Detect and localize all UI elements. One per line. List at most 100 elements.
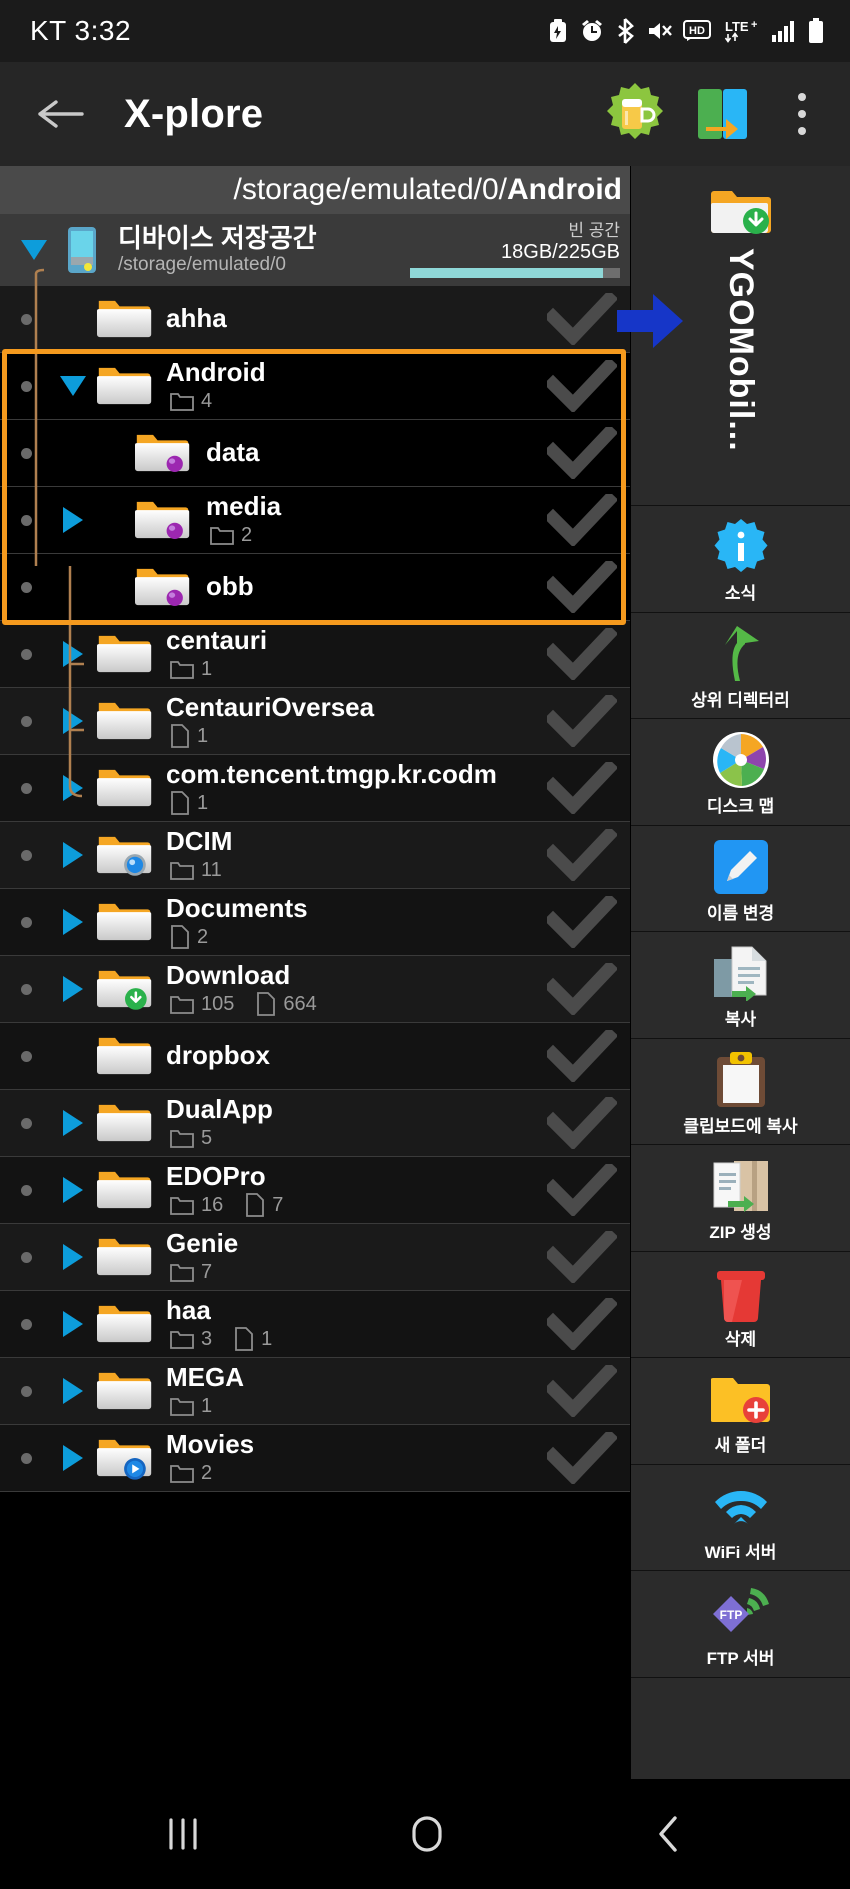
folder-icon <box>94 1232 156 1282</box>
back-icon[interactable] <box>645 1810 693 1858</box>
select-checkmark[interactable] <box>534 494 630 546</box>
storage-expand-toggle[interactable] <box>16 240 52 260</box>
expand-toggle[interactable] <box>52 1445 94 1471</box>
file-meta: 2 <box>166 925 534 950</box>
mute-icon <box>646 19 672 43</box>
select-checkmark[interactable] <box>534 628 630 680</box>
sidebar-item-copy-to-clipboard[interactable]: 클립보드에 복사 <box>631 1038 850 1146</box>
expand-toggle[interactable] <box>52 376 94 396</box>
select-checkmark[interactable] <box>534 427 630 479</box>
file-row[interactable]: centauri 1 <box>0 621 630 688</box>
folder-count: 3 <box>170 1328 212 1351</box>
file-name-block: dropbox <box>156 1042 534 1069</box>
select-checkmark[interactable] <box>534 1432 630 1484</box>
red-trash-icon <box>710 1262 772 1324</box>
recents-icon[interactable] <box>157 1810 209 1858</box>
new-folder-icon <box>710 1368 772 1430</box>
file-row[interactable]: MEGA 1 <box>0 1358 630 1425</box>
sidebar-item-rename[interactable]: 이름 변경 <box>631 825 850 933</box>
file-row[interactable]: DualApp 5 <box>0 1090 630 1157</box>
back-button[interactable] <box>34 94 88 134</box>
file-row[interactable]: com.tencent.tmgp.kr.codm 1 <box>0 755 630 822</box>
folder-icon <box>94 294 156 344</box>
select-checkmark[interactable] <box>534 896 630 948</box>
status-icons: HD LTE + <box>547 18 824 44</box>
file-meta: 1 <box>166 658 534 681</box>
sidebar-item-delete[interactable]: 삭제 <box>631 1251 850 1359</box>
file-row[interactable]: ahha <box>0 286 630 353</box>
expand-toggle[interactable] <box>52 507 94 533</box>
expand-toggle[interactable] <box>52 641 94 667</box>
expand-toggle[interactable] <box>52 1311 94 1337</box>
breadcrumb[interactable]: /storage/emulated/0/Android <box>0 166 630 214</box>
file-name-block: DCIM 11 <box>156 828 534 881</box>
file-row[interactable]: CentauriOversea 1 <box>0 688 630 755</box>
folder-icon <box>94 1031 156 1081</box>
select-checkmark[interactable] <box>534 762 630 814</box>
select-checkmark[interactable] <box>534 561 630 613</box>
expand-toggle[interactable] <box>52 1177 94 1203</box>
expand-toggle[interactable] <box>52 842 94 868</box>
file-name-block: Download 105 664 <box>156 962 534 1017</box>
sidebar-label: 복사 <box>724 1010 757 1030</box>
expand-toggle[interactable] <box>52 1110 94 1136</box>
file-row[interactable]: data <box>0 420 630 487</box>
file-row[interactable]: Genie 7 <box>0 1224 630 1291</box>
file-row[interactable]: Documents 2 <box>0 889 630 956</box>
file-name-block: ahha <box>156 305 534 332</box>
folder-download-icon <box>94 964 156 1014</box>
svg-text:LTE: LTE <box>725 19 749 34</box>
select-checkmark[interactable] <box>534 1298 630 1350</box>
sidebar-item-new-folder[interactable]: 새 폴더 <box>631 1358 850 1465</box>
file-row[interactable]: Android 4 <box>0 353 630 420</box>
beer-donate-icon[interactable] <box>602 81 668 147</box>
file-row[interactable]: obb <box>0 554 630 621</box>
storage-header-row[interactable]: 디바이스 저장공간 /storage/emulated/0 빈 공간 18GB/… <box>0 214 630 286</box>
sidebar-label: WiFi 서버 <box>704 1542 777 1562</box>
file-row[interactable]: Download 105 664 <box>0 956 630 1023</box>
expand-toggle[interactable] <box>52 775 94 801</box>
file-browser-pane: /storage/emulated/0/Android 디바이스 저장공간 /s… <box>0 166 630 1779</box>
file-name-block: Documents 2 <box>156 895 534 950</box>
select-checkmark[interactable] <box>534 963 630 1015</box>
select-checkmark[interactable] <box>534 695 630 747</box>
sidebar-item-create-zip[interactable]: ZIP 생성 <box>631 1145 850 1252</box>
expand-toggle[interactable] <box>52 976 94 1002</box>
overflow-menu-icon[interactable] <box>780 84 824 144</box>
expand-toggle[interactable] <box>52 1244 94 1270</box>
expand-toggle[interactable] <box>52 909 94 935</box>
file-row[interactable]: DCIM 11 <box>0 822 630 889</box>
file-count: 2 <box>170 925 208 950</box>
sidebar-item-wifi-server[interactable]: WiFi 서버 <box>631 1464 850 1572</box>
expand-toggle[interactable] <box>52 1378 94 1404</box>
sidebar-item-disk-map[interactable]: 디스크 맵 <box>631 719 850 826</box>
expand-toggle[interactable] <box>52 708 94 734</box>
wifi-transfer-icon[interactable] <box>690 81 756 147</box>
info-badge-icon <box>710 516 772 578</box>
file-row[interactable]: dropbox <box>0 1023 630 1090</box>
sidebar-item-pinned-ygomobile[interactable]: YGOMobil... <box>617 166 850 506</box>
select-checkmark[interactable] <box>534 829 630 881</box>
file-row[interactable]: media 2 <box>0 487 630 554</box>
select-checkmark[interactable] <box>534 1030 630 1082</box>
file-row[interactable]: Movies 2 <box>0 1425 630 1492</box>
home-icon[interactable] <box>403 1810 451 1858</box>
file-list[interactable]: ahha Android 4 data media 2 obb centauri… <box>0 286 630 1492</box>
select-checkmark[interactable] <box>534 1097 630 1149</box>
select-checkmark[interactable] <box>534 1231 630 1283</box>
sidebar-item-ftp-server[interactable]: FTP FTP 서버 <box>631 1571 850 1679</box>
sidebar-item-copy[interactable]: 복사 <box>631 932 850 1039</box>
file-name-block: MEGA 1 <box>156 1364 534 1417</box>
select-checkmark[interactable] <box>534 1164 630 1216</box>
sidebar-item-news[interactable]: 소식 <box>631 506 850 613</box>
file-row[interactable]: haa 31 <box>0 1291 630 1358</box>
file-count: 1 <box>234 1327 272 1352</box>
folder-count: 5 <box>170 1127 212 1150</box>
select-checkmark[interactable] <box>534 360 630 412</box>
copy-documents-icon <box>710 942 772 1004</box>
select-checkmark[interactable] <box>534 1365 630 1417</box>
folder-count: 2 <box>170 1462 212 1485</box>
sidebar-item-parent-directory[interactable]: 상위 디렉터리 <box>631 612 850 720</box>
file-row[interactable]: EDOPro 16 7 <box>0 1157 630 1224</box>
sidebar-label: 디스크 맵 <box>706 797 775 817</box>
